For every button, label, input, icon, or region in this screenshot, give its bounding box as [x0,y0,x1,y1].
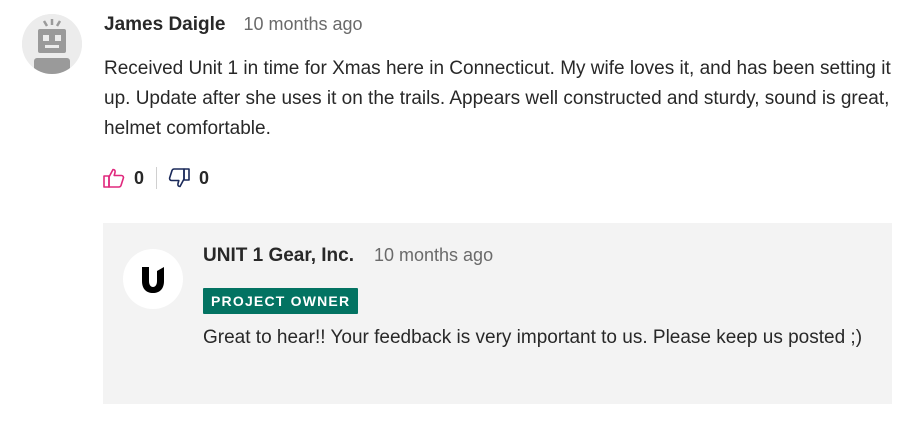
reply-avatar[interactable] [123,249,183,309]
like-button[interactable]: 0 [102,166,144,190]
reply-author-name[interactable]: UNIT 1 Gear, Inc. [203,245,354,267]
project-owner-badge: PROJECT OWNER [203,288,359,314]
author-name[interactable]: James Daigle [104,14,225,36]
thumbs-down-icon [168,168,190,188]
dislike-button[interactable]: 0 [167,166,209,190]
reply-body: Great to hear!! Your feedback is very im… [203,327,863,348]
vote-controls: 0 0 [102,164,209,192]
dislike-count: 0 [199,167,210,188]
comment-body: Received Unit 1 in time for Xmas here in… [104,58,891,139]
like-count: 0 [134,167,145,188]
avatar[interactable] [22,14,82,74]
timestamp: 10 months ago [243,14,363,34]
robot-avatar-icon [22,14,82,74]
reply: UNIT 1 Gear, Inc. 10 months ago PROJECT … [103,223,892,404]
comment: James Daigle 10 months ago Received Unit… [0,0,911,429]
comment-header: James Daigle 10 months ago [104,14,363,42]
reply-header: UNIT 1 Gear, Inc. 10 months ago [203,245,493,267]
reply-timestamp: 10 months ago [374,245,494,265]
vote-divider [156,167,158,189]
unit1-logo-icon [142,267,164,293]
thumbs-up-icon [103,168,125,188]
